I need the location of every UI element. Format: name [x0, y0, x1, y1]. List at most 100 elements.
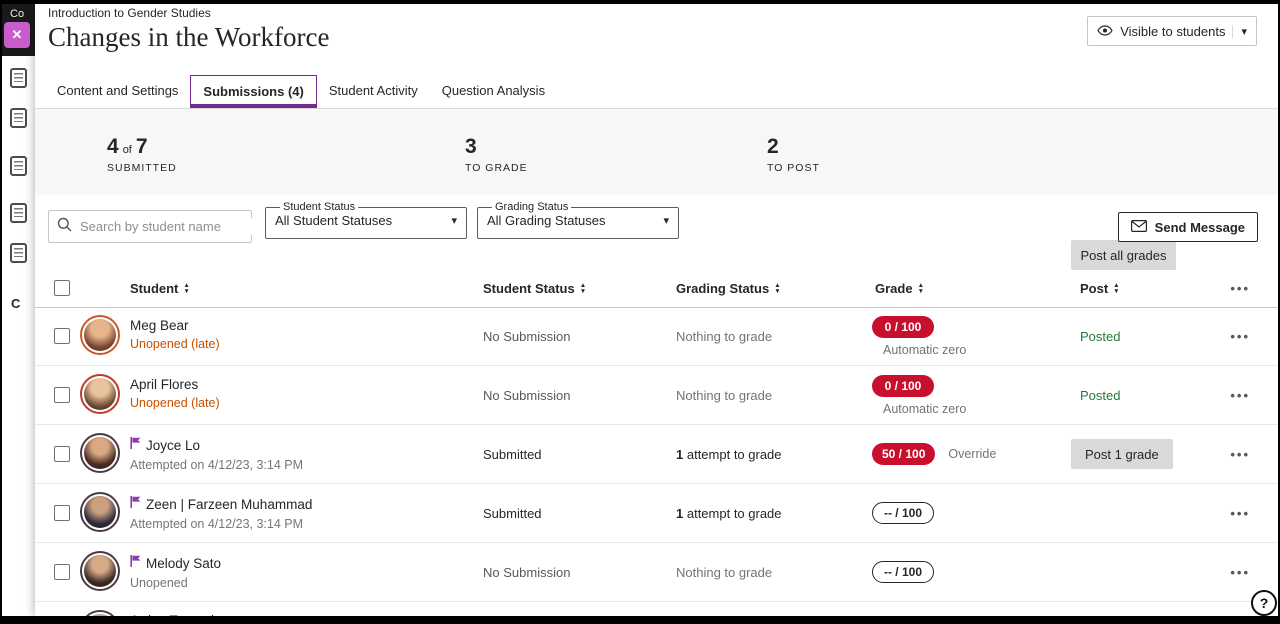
sort-icon: ▲▼: [774, 283, 780, 294]
visibility-dropdown[interactable]: Visible to students ▾: [1087, 16, 1257, 46]
table-overflow-menu-icon[interactable]: •••: [1230, 281, 1250, 296]
row-overflow-menu-icon[interactable]: •••: [1230, 506, 1250, 521]
row-overflow-menu-icon[interactable]: •••: [1230, 329, 1250, 344]
course-nav-icon[interactable]: [10, 68, 27, 88]
row-overflow-menu-icon[interactable]: •••: [1230, 565, 1250, 580]
submission-info: Attempted on 4/12/23, 3:14 PM: [130, 458, 303, 472]
row-checkbox[interactable]: [54, 564, 70, 580]
send-message-button[interactable]: Send Message: [1118, 212, 1258, 242]
post-cell: Posted: [1071, 366, 1221, 424]
student-status-cell: Submitted: [483, 447, 542, 462]
student-avatar[interactable]: [80, 374, 120, 414]
student-status-select[interactable]: Student Status All Student Statuses ▾: [265, 201, 467, 239]
row-checkbox[interactable]: [54, 505, 70, 521]
header-grading-status[interactable]: Grading Status ▲▼: [676, 281, 781, 296]
student-name[interactable]: Melody Sato: [146, 556, 221, 571]
grading-status-cell: Nothing to grade: [676, 329, 772, 344]
course-nav-letter: C: [11, 296, 20, 311]
student-avatar[interactable]: [80, 492, 120, 532]
post-all-grades-button[interactable]: Post all grades: [1071, 240, 1176, 270]
tab-content-and-settings[interactable]: Content and Settings: [45, 74, 190, 108]
student-name[interactable]: Meg Bear: [130, 318, 189, 333]
row-checkbox[interactable]: [54, 328, 70, 344]
stat-to-grade: 3 TO GRADE: [465, 135, 528, 174]
table-row: Joyce Lo Attempted on 4/12/23, 3:14 PM S…: [35, 425, 1278, 484]
grade-pill[interactable]: 0 / 100: [872, 316, 934, 338]
tab-question-analysis[interactable]: Question Analysis: [430, 74, 557, 108]
tabs-bar: Content and Settings Submissions (4) Stu…: [35, 70, 1278, 108]
row-overflow-menu-icon[interactable]: •••: [1230, 388, 1250, 403]
grading-status-select-label: Grading Status: [492, 201, 571, 213]
row-checkbox[interactable]: [54, 387, 70, 403]
posted-label: Posted: [1080, 329, 1120, 344]
to-post-count: 2: [767, 135, 779, 159]
chevron-down-icon: ▾: [451, 214, 457, 227]
course-nav-icon[interactable]: [10, 156, 27, 176]
grade-cell: 0 / 100 Automatic zero: [872, 366, 966, 424]
header-grade[interactable]: Grade ▲▼: [875, 281, 924, 296]
breadcrumb[interactable]: Introduction to Gender Studies: [48, 6, 211, 20]
close-panel-button[interactable]: ✕: [4, 22, 30, 48]
grading-status-select[interactable]: Grading Status All Grading Statuses ▾: [477, 201, 679, 239]
row-checkbox[interactable]: [54, 446, 70, 462]
chevron-down-icon: ▾: [1232, 25, 1247, 38]
student-name[interactable]: April Flores: [130, 377, 198, 392]
grade-pill[interactable]: -- / 100: [872, 502, 934, 524]
grade-cell: 0 / 100 Automatic zero: [872, 307, 966, 365]
student-status-select-label: Student Status: [280, 201, 358, 213]
grade-cell: 70 / 100: [872, 602, 935, 616]
grading-status-text: Nothing to grade: [676, 329, 772, 344]
accommodations-flag-icon: [130, 436, 141, 454]
table-header: Student ▲▼ Student Status ▲▼ Grading Sta…: [35, 267, 1278, 308]
tab-student-activity[interactable]: Student Activity: [317, 74, 430, 108]
student-avatar[interactable]: [80, 315, 120, 355]
help-button[interactable]: ?: [1251, 590, 1277, 616]
course-nav-icon[interactable]: [10, 108, 27, 128]
course-nav-icon[interactable]: [10, 203, 27, 223]
grade-pill[interactable]: -- / 100: [872, 561, 934, 583]
submitted-label: SUBMITTED: [107, 162, 177, 174]
header-student-label: Student: [130, 281, 178, 296]
submitted-total: 7: [136, 135, 148, 159]
select-all-checkbox[interactable]: [54, 280, 70, 296]
grading-status-text: attempt to grade: [683, 506, 781, 521]
header-student-status[interactable]: Student Status ▲▼: [483, 281, 586, 296]
course-page-header-text: Co: [10, 8, 24, 20]
row-overflow-menu-icon[interactable]: •••: [1230, 447, 1250, 462]
submission-info: Unopened (late): [130, 396, 220, 410]
grading-status-text: Nothing to grade: [676, 388, 772, 403]
search-icon: [57, 217, 72, 237]
post-cell: Post 1 grade: [1071, 602, 1221, 616]
to-post-label: TO POST: [767, 162, 820, 174]
student-name[interactable]: Joyce Lo: [146, 438, 200, 453]
grade-pill[interactable]: 0 / 100: [872, 375, 934, 397]
table-row: Meg Bear Unopened (late) No Submission N…: [35, 307, 1278, 366]
grading-status-cell: 1 attempt to grade: [676, 447, 782, 462]
course-nav-icon[interactable]: [10, 243, 27, 263]
question-mark-icon: ?: [1260, 595, 1269, 611]
course-page-rail: Co C: [2, 4, 35, 624]
table-row: Zeen | Farzeen Muhammad Attempted on 4/1…: [35, 484, 1278, 543]
header-post[interactable]: Post ▲▼: [1080, 281, 1120, 296]
grading-status-cell: Nothing to grade: [676, 565, 772, 580]
student-avatar[interactable]: [80, 433, 120, 473]
student-name[interactable]: Zeen | Farzeen Muhammad: [146, 497, 312, 512]
stat-submitted: 4 of 7 SUBMITTED: [107, 135, 177, 174]
student-avatar[interactable]: [80, 551, 120, 591]
submission-info: Unopened (late): [130, 337, 220, 351]
header-student[interactable]: Student ▲▼: [130, 281, 190, 296]
grading-status-cell: 1 attempt to grade: [676, 506, 782, 521]
assessment-panel: Introduction to Gender Studies Changes i…: [35, 4, 1278, 616]
header-student-status-label: Student Status: [483, 281, 575, 296]
submitted-of-label: of: [123, 144, 132, 156]
submission-info: Attempted on 4/12/23, 3:14 PM: [130, 517, 312, 531]
post-cell: Posted: [1071, 307, 1221, 365]
tab-submissions[interactable]: Submissions (4): [190, 75, 316, 108]
search-input[interactable]: [78, 218, 258, 235]
post-grade-button[interactable]: Post 1 grade: [1071, 439, 1173, 469]
header-grade-label: Grade: [875, 281, 913, 296]
student-status-cell: No Submission: [483, 565, 570, 580]
visibility-label: Visible to students: [1120, 24, 1225, 39]
stats-band: 4 of 7 SUBMITTED 3 TO GRADE 2 TO POST Po…: [35, 108, 1278, 195]
grade-pill[interactable]: 50 / 100: [872, 443, 935, 465]
